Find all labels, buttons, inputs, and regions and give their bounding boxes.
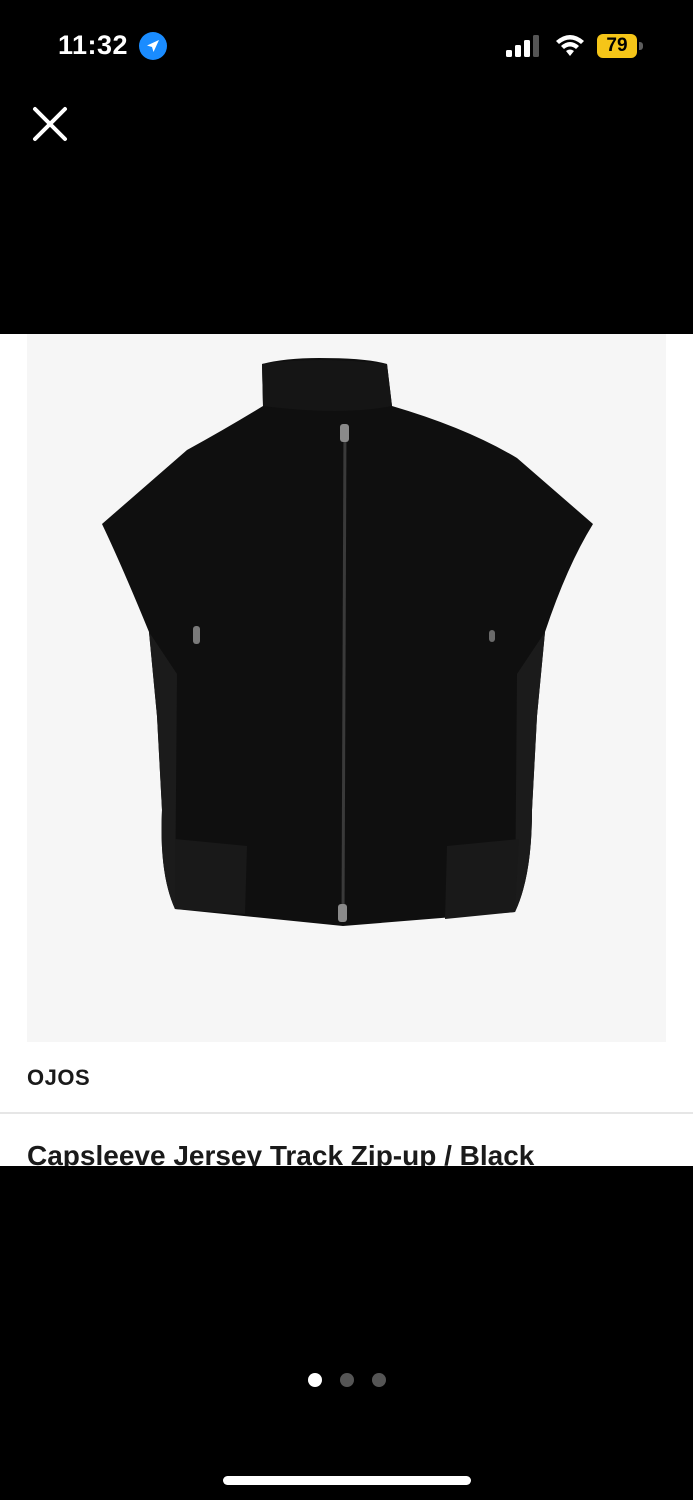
- page-dot-1[interactable]: [307, 1373, 322, 1387]
- product-title[interactable]: Capsleeve Jersey Track Zip-up / Black: [27, 1140, 534, 1166]
- divider: [0, 1112, 693, 1114]
- location-arrow-icon: [139, 32, 167, 60]
- battery-icon: 79: [597, 34, 643, 58]
- product-preview[interactable]: OJOS Capsleeve Jersey Track Zip-up / Bla…: [0, 334, 693, 1166]
- product-image[interactable]: [27, 334, 666, 1042]
- battery-cap: [639, 42, 643, 50]
- page-dot-3[interactable]: [371, 1373, 386, 1387]
- status-time: 11:32: [58, 30, 129, 60]
- brand-label[interactable]: OJOS: [27, 1065, 90, 1091]
- home-indicator[interactable]: [223, 1476, 471, 1485]
- close-icon[interactable]: [26, 100, 74, 148]
- page-dot-2[interactable]: [339, 1373, 354, 1387]
- jacket-illustration: [102, 358, 593, 926]
- status-bar: 11:32 79: [0, 0, 693, 92]
- page-indicator: [0, 1373, 693, 1389]
- wifi-icon: [556, 35, 584, 56]
- cellular-signal-icon: [506, 35, 539, 57]
- battery-level: 79: [597, 34, 637, 58]
